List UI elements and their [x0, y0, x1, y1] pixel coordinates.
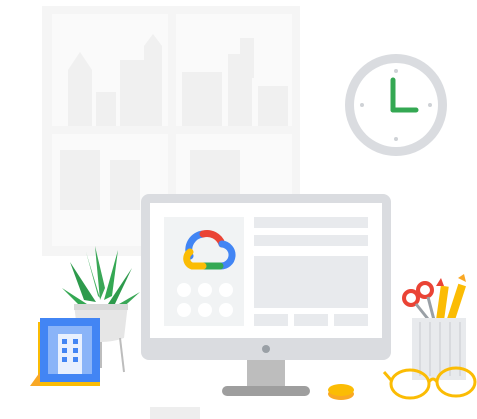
framed-building-icon — [30, 318, 100, 386]
monitor-icon — [141, 194, 391, 396]
coin-icon — [328, 384, 354, 400]
pencil-cup-icon — [402, 274, 466, 380]
desk-scene-illustration — [30, 6, 477, 419]
clock-icon — [345, 54, 447, 156]
